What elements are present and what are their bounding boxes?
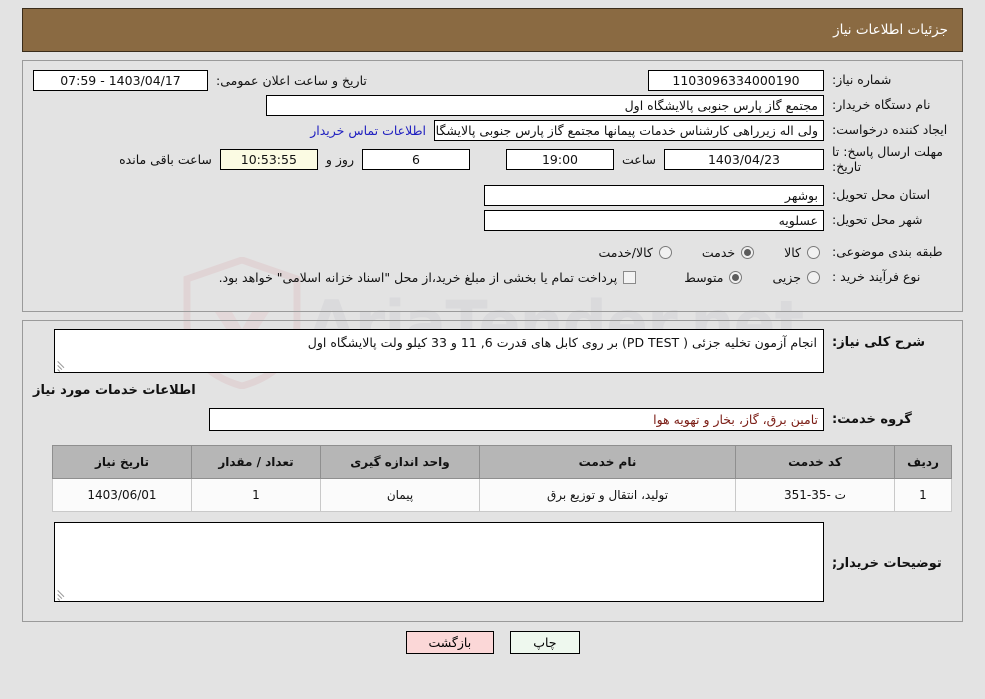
treasury-checkbox[interactable]: [623, 270, 637, 284]
radio-icon-kala-khadamat[interactable]: [658, 245, 672, 259]
buyer-notes-label: توضیحات خریدار;: [832, 556, 942, 571]
buyer-notes-textarea[interactable]: [54, 522, 824, 602]
service-details-panel: شرح کلی نیاز: انجام آزمون تخلیه جزئی ( P…: [22, 320, 963, 622]
cell-unit: پیمان: [320, 478, 480, 512]
service-group-value: تامین برق، گاز، بخار و تهویه هوا: [209, 408, 824, 431]
deadline-label: مهلت ارسال پاسخ: تا تاریخ:: [832, 144, 943, 174]
resize-handle-icon[interactable]: [57, 588, 69, 601]
service-group-label: گروه خدمت:: [832, 412, 912, 427]
row-creator: ایجاد کننده درخواست: ولی اله زیرراهی کار…: [33, 119, 952, 141]
radio-category-khadamat[interactable]: خدمت: [702, 245, 758, 260]
services-heading: اطلاعات خدمات مورد نیاز: [33, 383, 196, 398]
row-province: استان محل تحویل: بوشهر: [33, 184, 952, 206]
row-service-group: گروه خدمت: تامین برق، گاز، بخار و تهویه …: [33, 408, 952, 431]
radio-icon-kala[interactable]: [807, 245, 820, 259]
description-label: شرح کلی نیاز:: [832, 335, 926, 350]
category-label: طبقه بندی موضوعی:: [832, 244, 943, 260]
table-header-row: ردیف کد خدمت نام خدمت واحد اندازه گیری ت…: [52, 445, 952, 479]
radio-category-kala-khadamat[interactable]: کالا/خدمت: [598, 245, 675, 260]
city-label: شهر محل تحویل:: [832, 212, 923, 228]
th-row-no: ردیف: [894, 445, 952, 479]
treasury-checkbox-label: پرداخت تمام یا بخشی از مبلغ خرید،از محل …: [218, 269, 618, 285]
need-info-panel: شماره نیاز: 1103096334000190 تاریخ و ساع…: [22, 60, 963, 312]
radio-icon-motevaset[interactable]: [729, 270, 743, 284]
buyer-contact-link[interactable]: اطلاعات تماس خریدار: [310, 123, 426, 138]
print-button[interactable]: چاپ: [510, 631, 580, 654]
remaining-days-value: 6: [361, 148, 470, 170]
table-row: 1 ت -35-351 تولید، انتقال و توزیع برق پی…: [52, 478, 952, 512]
process-label: نوع فرآیند خرید :: [832, 269, 921, 285]
th-need-date: تاریخ نیاز: [52, 445, 192, 479]
radio-label-jozii: جزیی: [772, 269, 801, 285]
page-title: جزئیات اطلاعات نیاز: [833, 22, 948, 38]
cell-service-code: ت -35-351: [735, 478, 895, 512]
th-service-name: نام خدمت: [479, 445, 736, 479]
description-textarea[interactable]: انجام آزمون تخلیه جزئی ( PD TEST) بر روی…: [54, 329, 824, 373]
row-city: شهر محل تحویل: عسلویه: [33, 209, 952, 231]
radio-icon-khadamat[interactable]: [741, 245, 755, 259]
row-category: طبقه بندی موضوعی: کالا خدمت کالا/خدمت: [33, 241, 952, 263]
announce-label: تاریخ و ساعت اعلان عمومی:: [216, 72, 367, 88]
th-service-code: کد خدمت: [735, 445, 895, 479]
page-header: جزئیات اطلاعات نیاز: [22, 8, 963, 52]
hour-label: ساعت: [621, 151, 656, 167]
row-process-type: نوع فرآیند خرید : جزیی متوسط پرداخت تمام…: [33, 266, 952, 288]
deadline-date-value: 1403/04/23: [664, 148, 824, 170]
radio-label-kala: کالا: [784, 244, 801, 260]
back-button[interactable]: بازگشت: [405, 631, 495, 654]
buyer-org-label: نام دستگاه خریدار:: [832, 97, 931, 113]
radio-label-motevaset: متوسط: [684, 269, 724, 285]
buyer-org-value: مجتمع گاز پارس جنوبی پالایشگاه اول: [266, 94, 824, 116]
creator-label: ایجاد کننده درخواست:: [832, 122, 948, 138]
radio-icon-jozii[interactable]: [807, 270, 820, 284]
th-quantity: تعداد / مقدار: [191, 445, 321, 479]
radio-label-khadamat: خدمت: [701, 244, 736, 260]
cell-service-name: تولید، انتقال و توزیع برق: [479, 478, 736, 512]
need-number-value: 1103096334000190: [648, 69, 824, 91]
radio-category-kala[interactable]: کالا: [784, 245, 824, 260]
items-table-wrap: ردیف کد خدمت نام خدمت واحد اندازه گیری ت…: [33, 445, 952, 512]
days-and-label: روز و: [325, 151, 354, 167]
row-services-heading: اطلاعات خدمات مورد نیاز: [33, 383, 952, 398]
items-table: ردیف کد خدمت نام خدمت واحد اندازه گیری ت…: [52, 445, 952, 512]
cell-quantity: 1: [191, 478, 321, 512]
creator-value: ولی اله زیرراهی کارشناس خدمات پیمانها مج…: [434, 119, 824, 141]
row-buyer-notes: توضیحات خریدار;: [33, 522, 952, 602]
deadline-time-value: 19:00: [505, 148, 614, 170]
description-text: انجام آزمون تخلیه جزئی ( PD TEST) بر روی…: [307, 335, 817, 350]
cell-need-date: 1403/06/01: [52, 478, 192, 512]
province-value: بوشهر: [484, 184, 824, 206]
row-need-number: شماره نیاز: 1103096334000190 تاریخ و ساع…: [33, 69, 952, 91]
radio-process-jozii[interactable]: جزیی: [772, 270, 824, 285]
treasury-checkbox-item[interactable]: پرداخت تمام یا بخشی از مبلغ خرید،از محل …: [219, 270, 641, 285]
row-description: شرح کلی نیاز: انجام آزمون تخلیه جزئی ( P…: [33, 329, 952, 373]
radio-process-motevaset[interactable]: متوسط: [684, 270, 746, 285]
cell-row-no: 1: [894, 478, 952, 512]
announce-datetime-value: 1403/04/17 - 07:59: [33, 69, 208, 91]
need-number-label: شماره نیاز:: [832, 72, 892, 88]
row-buyer-org: نام دستگاه خریدار: مجتمع گاز پارس جنوبی …: [33, 94, 952, 116]
footer-actions: چاپ بازگشت: [0, 631, 985, 654]
th-unit: واحد اندازه گیری: [320, 445, 480, 479]
radio-label-kala-khadamat: کالا/خدمت: [598, 244, 653, 260]
remaining-time-value: 10:53:55: [219, 148, 318, 170]
province-label: استان محل تحویل:: [832, 187, 931, 203]
row-deadline: مهلت ارسال پاسخ: تا تاریخ: 1403/04/23 سا…: [33, 144, 952, 174]
remaining-suffix-label: ساعت باقی مانده: [119, 151, 212, 167]
resize-handle-icon[interactable]: [57, 359, 69, 372]
city-value: عسلویه: [484, 209, 824, 231]
